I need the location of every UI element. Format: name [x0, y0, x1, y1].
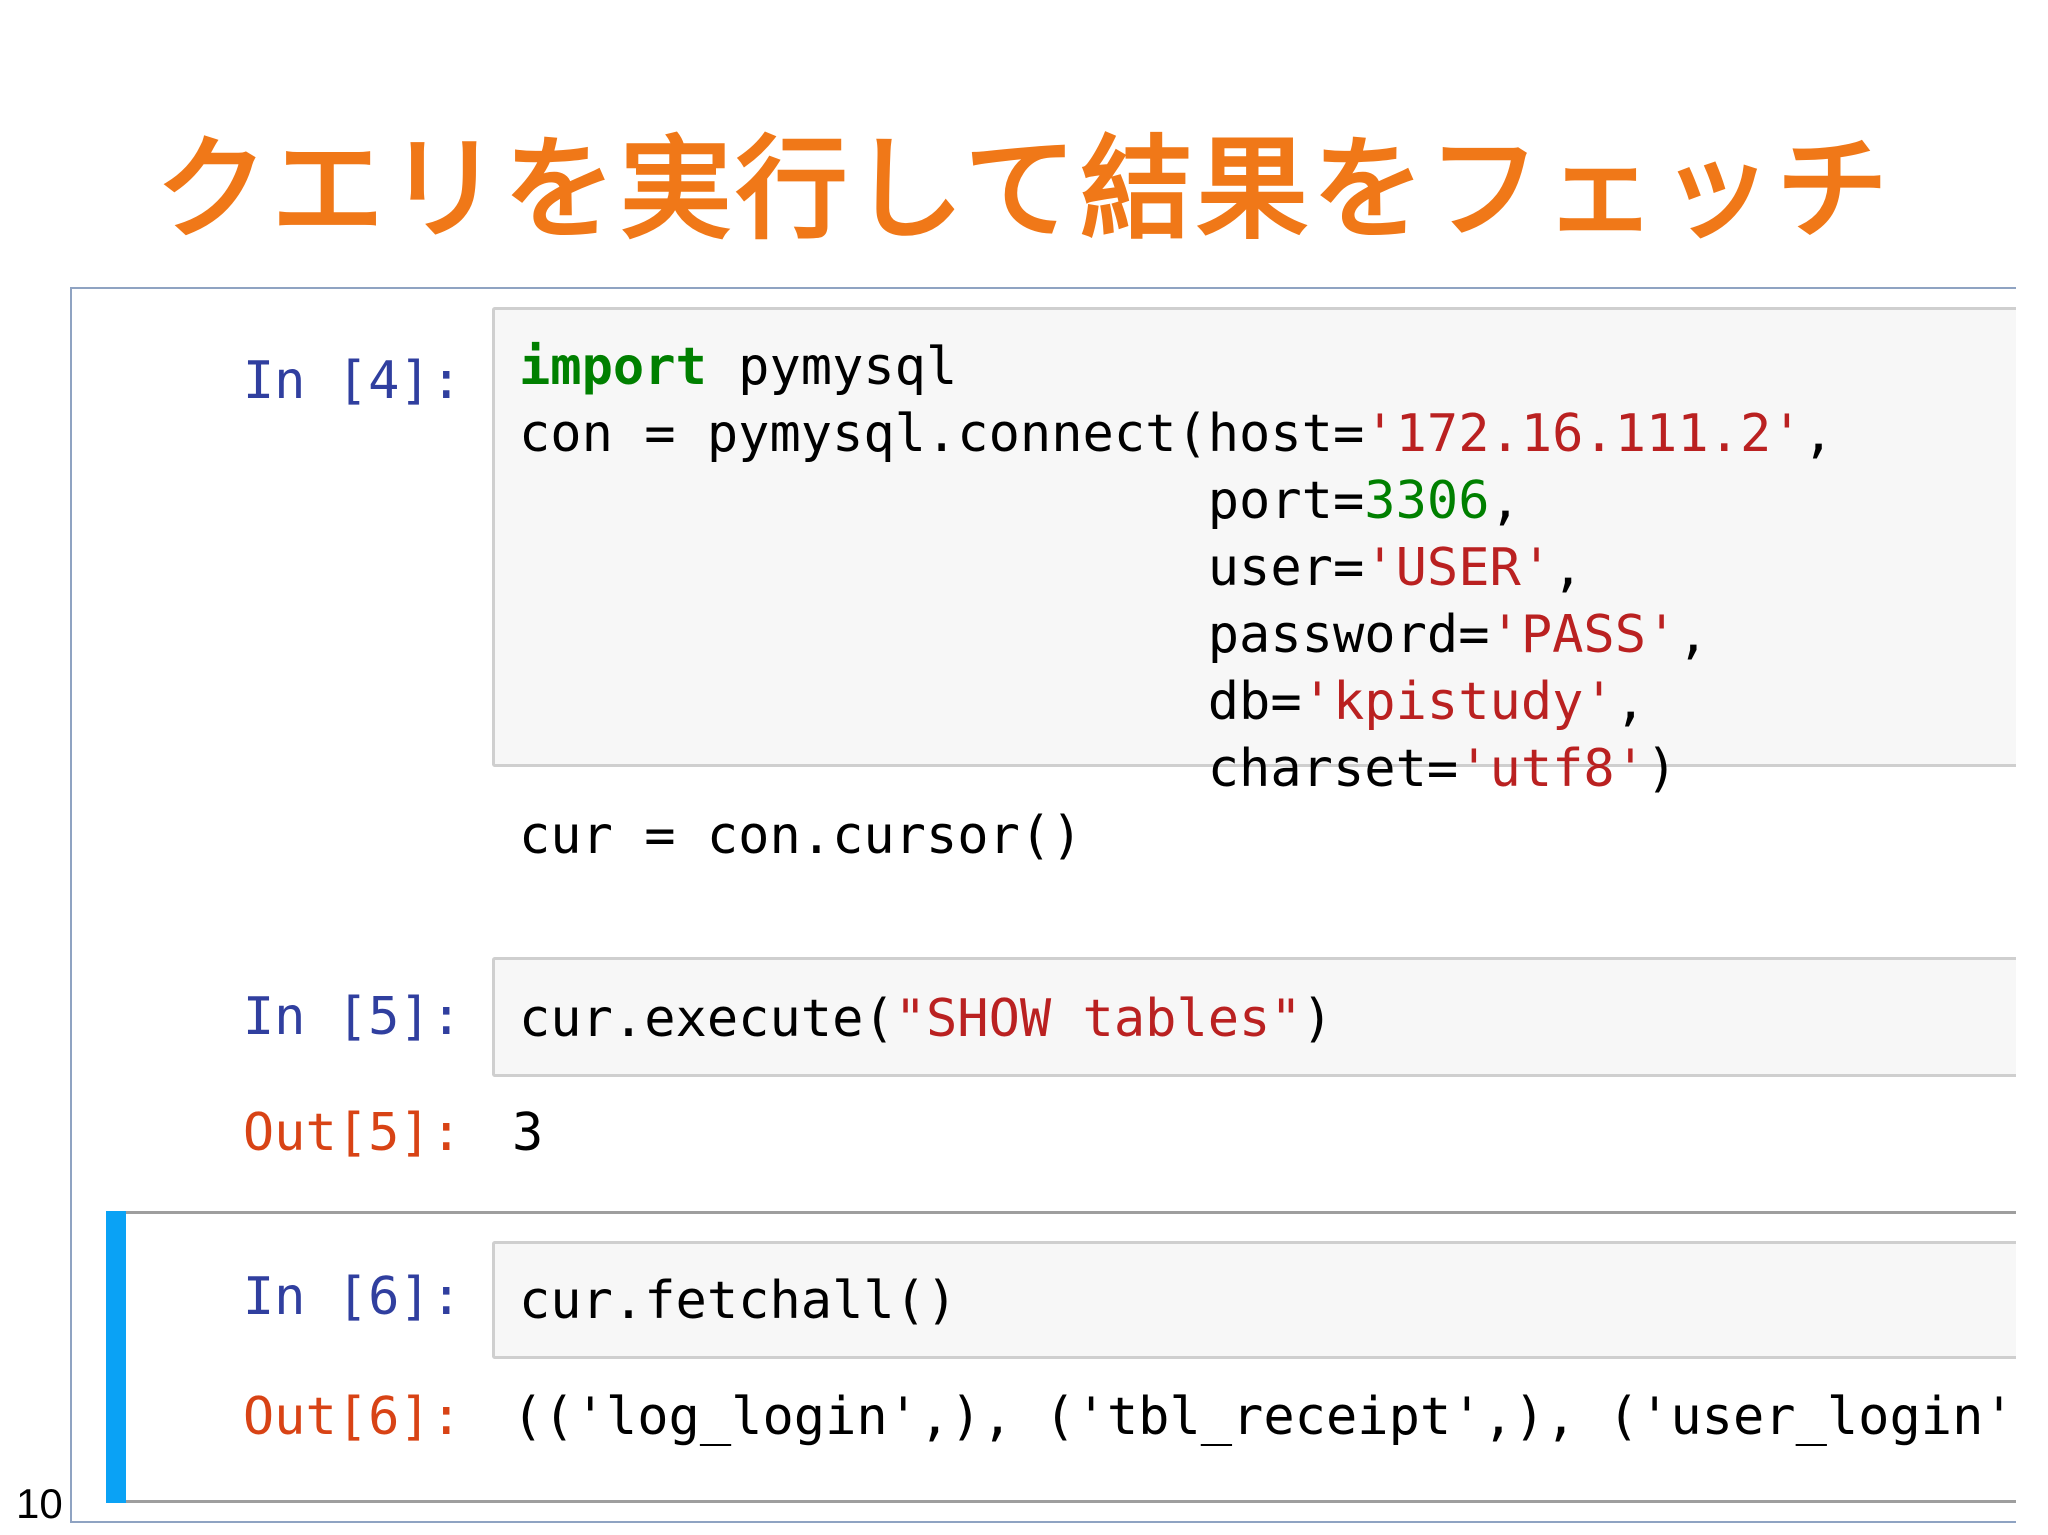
code-input-area[interactable]: import pymysql con = pymysql.connect(hos… [492, 307, 2016, 866]
code-line-6: db='kpistudy', [519, 672, 1647, 732]
input-prompt: In [5]: [242, 987, 462, 1047]
code-cell-6[interactable]: In [6]: cur.fetchall() Out[6]: (('log_lo… [72, 1241, 2016, 1481]
keyword-import: import [519, 337, 707, 397]
string-literal: 'USER' [1364, 538, 1553, 598]
string-literal: 'PASS' [1489, 605, 1678, 665]
code-cell-5[interactable]: In [5]: cur.execute("SHOW tables") Out[5… [72, 957, 2016, 1187]
cell-output: 3 [512, 1103, 544, 1163]
input-prompt: In [4]: [242, 351, 462, 411]
slide-title: クエリを実行して結果をフェッチ [155, 125, 1893, 255]
code-line-3: port=3306, [519, 471, 1521, 531]
code-input-area[interactable]: cur.fetchall() [492, 1241, 2016, 1359]
code-line-1: cur.fetchall() [519, 1271, 958, 1331]
code-line-2: con = pymysql.connect(host='172.16.111.2… [519, 404, 1834, 464]
string-literal: 'kpistudy' [1301, 672, 1615, 732]
code-input-area[interactable]: cur.execute("SHOW tables") [492, 957, 2016, 1077]
code-cell-4[interactable]: In [4]: import pymysql con = pymysql.con… [72, 307, 2016, 866]
input-prompt: In [6]: [242, 1267, 462, 1327]
output-prompt: Out[6]: [242, 1387, 462, 1447]
code-line-5: password='PASS', [519, 605, 1709, 665]
code-line-7: charset='utf8') [519, 739, 1678, 799]
notebook-screenshot: In [4]: import pymysql con = pymysql.con… [70, 287, 2016, 1523]
code-line-8: cur = con.cursor() [519, 806, 1083, 866]
page-number: 10 [16, 1480, 63, 1527]
string-literal: 'utf8' [1458, 739, 1647, 799]
code-line-4: user='USER', [519, 538, 1584, 598]
string-literal: "SHOW tables" [894, 989, 1302, 1049]
output-prompt: Out[5]: [242, 1103, 462, 1163]
code-line-1: import pymysql [519, 337, 958, 397]
number-literal: 3306 [1364, 471, 1490, 531]
code-line-1: cur.execute("SHOW tables") [519, 989, 1333, 1049]
string-literal: '172.16.111.2' [1364, 404, 1803, 464]
cell-output: (('log_login',), ('tbl_receipt',), ('use… [512, 1387, 2016, 1447]
